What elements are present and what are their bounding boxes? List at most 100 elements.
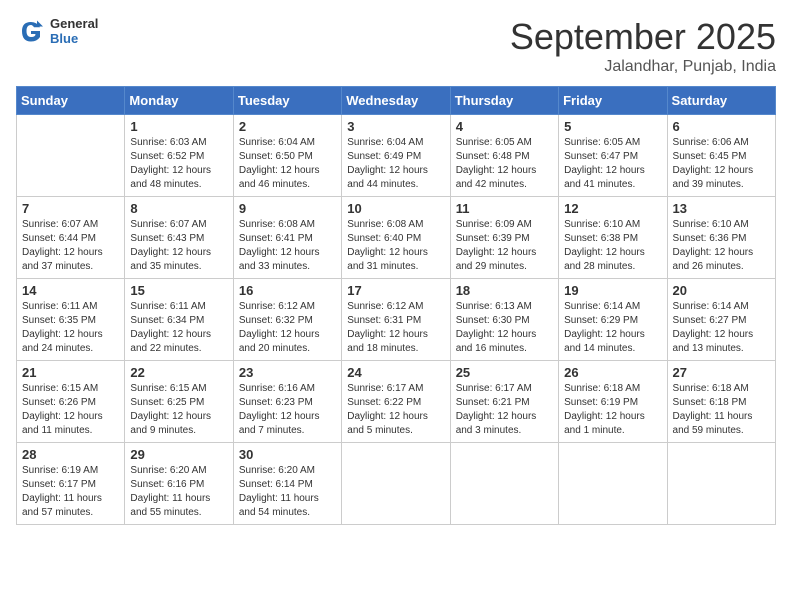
- week-row-4: 21 Sunrise: 6:15 AMSunset: 6:26 PMDayligh…: [17, 361, 776, 443]
- day-number: 13: [673, 201, 770, 216]
- header-day-monday: Monday: [125, 87, 233, 115]
- calendar-cell: 17Sunrise: 6:12 AMSunset: 6:31 PMDayligh…: [342, 279, 450, 361]
- day-info: Sunrise: 6:09 AMSunset: 6:39 PMDaylight:…: [456, 218, 553, 274]
- day-number: 5: [564, 119, 661, 134]
- calendar-cell: 14 Sunrise: 6:11 AMSunset: 6:35 PMDayligh…: [17, 279, 125, 361]
- day-number: 15: [130, 283, 227, 298]
- header-day-tuesday: Tuesday: [233, 87, 341, 115]
- day-number: 23: [239, 365, 336, 380]
- day-info: Sunrise: 6:15 AMSunset: 6:25 PMDaylight:…: [130, 382, 227, 438]
- logo-icon: [16, 16, 46, 46]
- day-number: 29: [130, 447, 227, 462]
- day-info: Sunrise: 6:16 AMSunset: 6:23 PMDaylight:…: [239, 382, 336, 438]
- calendar-cell: 22 Sunrise: 6:15 AMSunset: 6:25 PMDayligh…: [125, 361, 233, 443]
- day-number: 1: [130, 119, 227, 134]
- day-info: Sunrise: 6:06 AMSunset: 6:45 PMDaylight:…: [673, 136, 770, 192]
- day-info: Sunrise: 6:15 AMSunset: 6:26 PMDaylight:…: [22, 382, 119, 438]
- day-info: Sunrise: 6:13 AMSunset: 6:30 PMDaylight:…: [456, 300, 553, 356]
- day-info: Sunrise: 6:18 AMSunset: 6:18 PMDaylight:…: [673, 382, 770, 438]
- week-row-3: 14 Sunrise: 6:11 AMSunset: 6:35 PMDayligh…: [17, 279, 776, 361]
- calendar-cell: 4Sunrise: 6:05 AMSunset: 6:48 PMDaylight…: [450, 115, 558, 197]
- calendar-cell: 8 Sunrise: 6:07 AMSunset: 6:43 PMDaylight…: [125, 197, 233, 279]
- day-number: 6: [673, 119, 770, 134]
- day-info: Sunrise: 6:11 AMSunset: 6:35 PMDaylight:…: [22, 300, 119, 356]
- calendar-cell: [667, 443, 775, 525]
- week-row-5: 28Sunrise: 6:19 AMSunset: 6:17 PMDayligh…: [17, 443, 776, 525]
- calendar-table: SundayMondayTuesdayWednesdayThursdayFrid…: [16, 86, 776, 525]
- day-number: 30: [239, 447, 336, 462]
- calendar-cell: [559, 443, 667, 525]
- day-info: Sunrise: 6:11 AMSunset: 6:34 PMDaylight:…: [130, 300, 227, 356]
- day-info: Sunrise: 6:18 AMSunset: 6:19 PMDaylight:…: [564, 382, 661, 438]
- day-number: 7: [22, 201, 119, 216]
- day-number: 19: [564, 283, 661, 298]
- day-info: Sunrise: 6:14 AMSunset: 6:27 PMDaylight:…: [673, 300, 770, 356]
- calendar-cell: 30 Sunrise: 6:20 AMSunset: 6:14 PMDayligh…: [233, 443, 341, 525]
- calendar-cell: 15 Sunrise: 6:11 AMSunset: 6:34 PMDayligh…: [125, 279, 233, 361]
- day-number: 8: [130, 201, 227, 216]
- calendar-cell: 25Sunrise: 6:17 AMSunset: 6:21 PMDayligh…: [450, 361, 558, 443]
- calendar-cell: 19 Sunrise: 6:14 AMSunset: 6:29 PMDayligh…: [559, 279, 667, 361]
- day-number: 18: [456, 283, 553, 298]
- day-info: Sunrise: 6:10 AMSunset: 6:38 PMDaylight:…: [564, 218, 661, 274]
- day-info: Sunrise: 6:17 AMSunset: 6:22 PMDaylight:…: [347, 382, 444, 438]
- calendar-cell: 27 Sunrise: 6:18 AMSunset: 6:18 PMDayligh…: [667, 361, 775, 443]
- calendar-cell: [450, 443, 558, 525]
- day-number: 26: [564, 365, 661, 380]
- day-info: Sunrise: 6:12 AMSunset: 6:31 PMDaylight:…: [347, 300, 444, 356]
- day-number: 22: [130, 365, 227, 380]
- calendar-cell: 20 Sunrise: 6:14 AMSunset: 6:27 PMDayligh…: [667, 279, 775, 361]
- calendar-cell: 24Sunrise: 6:17 AMSunset: 6:22 PMDayligh…: [342, 361, 450, 443]
- calendar-cell: 3Sunrise: 6:04 AMSunset: 6:49 PMDaylight…: [342, 115, 450, 197]
- day-number: 16: [239, 283, 336, 298]
- calendar-cell: 1 Sunrise: 6:03 AMSunset: 6:52 PMDaylight…: [125, 115, 233, 197]
- calendar-header-row: SundayMondayTuesdayWednesdayThursdayFrid…: [17, 87, 776, 115]
- day-info: Sunrise: 6:20 AMSunset: 6:14 PMDaylight:…: [239, 464, 336, 520]
- day-number: 3: [347, 119, 444, 134]
- calendar-cell: 23 Sunrise: 6:16 AMSunset: 6:23 PMDayligh…: [233, 361, 341, 443]
- calendar-cell: 6 Sunrise: 6:06 AMSunset: 6:45 PMDaylight…: [667, 115, 775, 197]
- calendar-cell: 26 Sunrise: 6:18 AMSunset: 6:19 PMDayligh…: [559, 361, 667, 443]
- header-day-friday: Friday: [559, 87, 667, 115]
- day-number: 2: [239, 119, 336, 134]
- calendar-title: September 2025: [510, 16, 776, 58]
- day-number: 9: [239, 201, 336, 216]
- day-info: Sunrise: 6:05 AMSunset: 6:47 PMDaylight:…: [564, 136, 661, 192]
- title-block: September 2025 Jalandhar, Punjab, India: [510, 16, 776, 76]
- day-number: 20: [673, 283, 770, 298]
- day-info: Sunrise: 6:08 AMSunset: 6:41 PMDaylight:…: [239, 218, 336, 274]
- day-number: 27: [673, 365, 770, 380]
- week-row-1: 1 Sunrise: 6:03 AMSunset: 6:52 PMDaylight…: [17, 115, 776, 197]
- calendar-cell: [17, 115, 125, 197]
- day-number: 25: [456, 365, 553, 380]
- day-info: Sunrise: 6:07 AMSunset: 6:44 PMDaylight:…: [22, 218, 119, 274]
- header-day-sunday: Sunday: [17, 87, 125, 115]
- calendar-cell: 12Sunrise: 6:10 AMSunset: 6:38 PMDayligh…: [559, 197, 667, 279]
- logo: General Blue: [16, 16, 98, 46]
- calendar-cell: 16 Sunrise: 6:12 AMSunset: 6:32 PMDayligh…: [233, 279, 341, 361]
- day-number: 21: [22, 365, 119, 380]
- calendar-cell: 21 Sunrise: 6:15 AMSunset: 6:26 PMDayligh…: [17, 361, 125, 443]
- day-info: Sunrise: 6:10 AMSunset: 6:36 PMDaylight:…: [673, 218, 770, 274]
- calendar-cell: 2 Sunrise: 6:04 AMSunset: 6:50 PMDaylight…: [233, 115, 341, 197]
- header-day-saturday: Saturday: [667, 87, 775, 115]
- calendar-cell: [342, 443, 450, 525]
- day-info: Sunrise: 6:03 AMSunset: 6:52 PMDaylight:…: [130, 136, 227, 192]
- week-row-2: 7 Sunrise: 6:07 AMSunset: 6:44 PMDaylight…: [17, 197, 776, 279]
- day-info: Sunrise: 6:07 AMSunset: 6:43 PMDaylight:…: [130, 218, 227, 274]
- calendar-cell: 11 Sunrise: 6:09 AMSunset: 6:39 PMDayligh…: [450, 197, 558, 279]
- page-header: General Blue September 2025 Jalandhar, P…: [16, 16, 776, 76]
- day-number: 14: [22, 283, 119, 298]
- calendar-cell: 18 Sunrise: 6:13 AMSunset: 6:30 PMDayligh…: [450, 279, 558, 361]
- day-number: 28: [22, 447, 119, 462]
- day-info: Sunrise: 6:12 AMSunset: 6:32 PMDaylight:…: [239, 300, 336, 356]
- day-number: 4: [456, 119, 553, 134]
- day-number: 10: [347, 201, 444, 216]
- day-number: 11: [456, 201, 553, 216]
- calendar-cell: 28Sunrise: 6:19 AMSunset: 6:17 PMDayligh…: [17, 443, 125, 525]
- day-info: Sunrise: 6:04 AMSunset: 6:50 PMDaylight:…: [239, 136, 336, 192]
- logo-text: General Blue: [50, 16, 98, 46]
- day-info: Sunrise: 6:14 AMSunset: 6:29 PMDaylight:…: [564, 300, 661, 356]
- header-day-thursday: Thursday: [450, 87, 558, 115]
- day-info: Sunrise: 6:20 AMSunset: 6:16 PMDaylight:…: [130, 464, 227, 520]
